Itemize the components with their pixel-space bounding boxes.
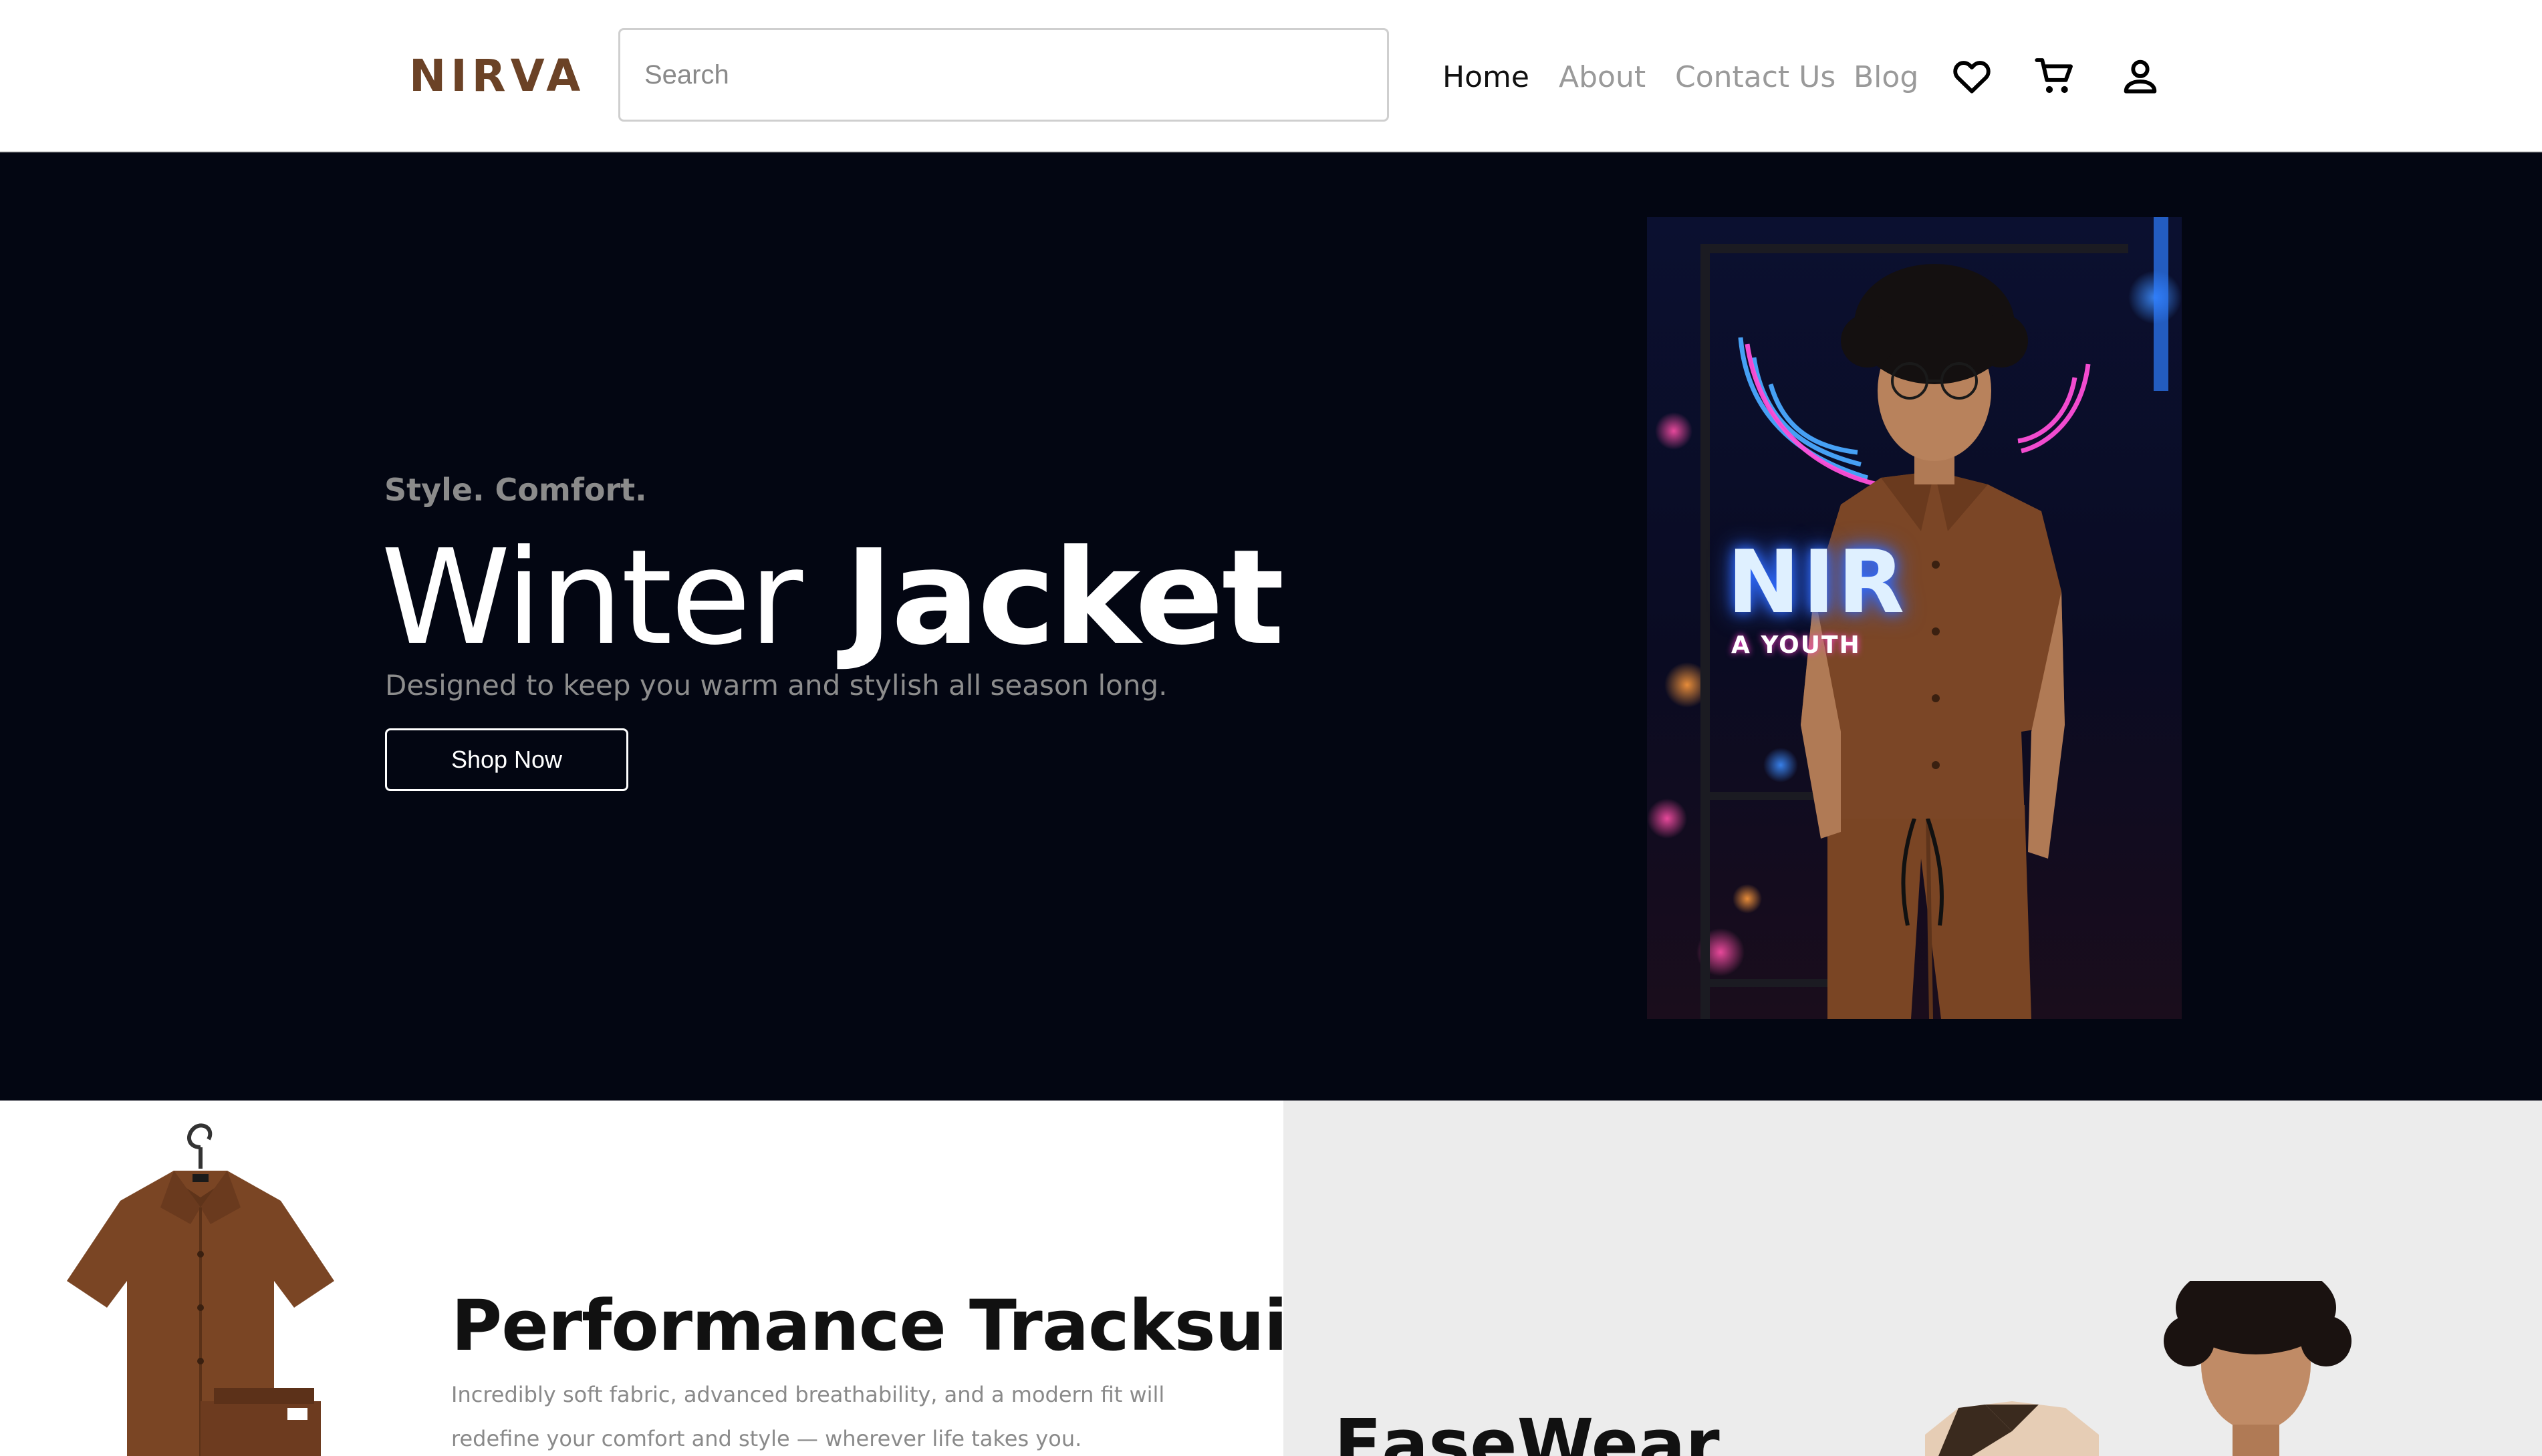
product-card-easewear[interactable]: EaseWear: [1283, 1101, 2542, 1456]
product-description: Incredibly soft fabric, advanced breatha…: [451, 1382, 1165, 1451]
neon-sign-subtext: A YOUTH: [1731, 631, 1861, 659]
nav-contact-us[interactable]: Contact Us: [1675, 57, 1835, 98]
search-input[interactable]: [618, 28, 1389, 122]
hero-banner: Style. Comfort. Winter Jacket Designed t…: [0, 152, 2542, 1101]
hero-subtitle: Designed to keep you warm and stylish al…: [385, 669, 1168, 702]
hero-model-photo: NIR A YOUTH: [1647, 217, 2182, 1019]
site-header: NIRVA Home About Contact Us Blog: [0, 0, 2542, 152]
product-title: EaseWear: [1334, 1404, 1720, 1456]
nav-home[interactable]: Home: [1442, 57, 1529, 98]
hero-tagline: Style. Comfort.: [384, 472, 647, 508]
easewear-image: [1872, 1281, 2393, 1456]
tracksuit-image: [20, 1107, 381, 1456]
cart-icon[interactable]: [2033, 55, 2076, 98]
neon-sign-text: NIR: [1727, 531, 1908, 633]
hero-headline: Winter Jacket: [381, 522, 1285, 674]
product-card-tracksuit[interactable]: Performance Tracksuit Incredibly soft fa…: [0, 1101, 1283, 1456]
hero-headline-light: Winter: [381, 522, 803, 674]
user-icon[interactable]: [2119, 55, 2162, 98]
product-title: Performance Tracksuit: [451, 1285, 1283, 1366]
hero-headline-bold: Jacket: [844, 522, 1284, 674]
brand-logo[interactable]: NIRVA: [409, 52, 585, 100]
nav-blog[interactable]: Blog: [1854, 57, 1918, 98]
nav-about[interactable]: About: [1559, 57, 1646, 98]
shop-now-button[interactable]: Shop Now: [385, 728, 628, 791]
heart-icon[interactable]: [1950, 55, 1993, 98]
